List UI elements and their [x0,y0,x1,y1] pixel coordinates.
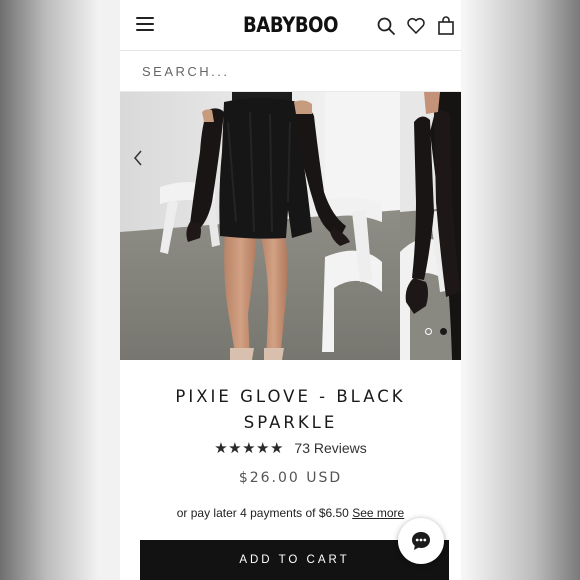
site-header: BABYBOO [120,0,461,50]
search-input[interactable] [120,51,461,91]
chevron-left-icon[interactable] [130,148,146,168]
product-photo-main [120,92,400,360]
product-price: $26.00 USD [238,470,343,486]
star-rating-icon: ★★★★★ [214,439,284,457]
shopping-bag-icon[interactable] [436,16,456,36]
product-title: PIXIE GLOVE - BLACK SPARKLE [175,387,406,432]
chat-bubble-icon [412,532,430,550]
gallery-dot-2[interactable] [440,328,447,335]
search-icon[interactable] [376,16,396,36]
product-rating[interactable]: ★★★★★ 73 Reviews [120,439,461,459]
see-more-link[interactable]: See more [352,506,404,520]
pay-later-text: or pay later 4 payments of $6.50 [176,506,349,520]
reviews-count[interactable]: 73 Reviews [294,440,366,456]
mobile-page: BABYBOO SEARCH... PIXIE GLOVE - BLACK SP… [120,0,461,580]
chat-button[interactable] [398,518,444,564]
heart-icon[interactable] [406,16,426,36]
gallery-dot-1[interactable] [425,328,432,335]
pay-later-info: or pay later 4 payments of $6.50 See mor… [120,506,461,520]
product-image-gallery[interactable] [120,92,461,360]
product-photo-next [400,92,461,360]
